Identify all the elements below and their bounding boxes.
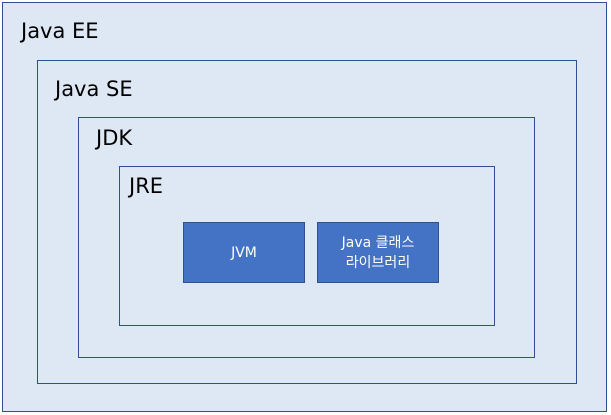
class-library-label-line2: 라이브러리	[345, 254, 411, 271]
java-se-container: Java SE JDK JRE JVM Java 클래스 라이브러리	[37, 60, 577, 384]
java-ee-container: Java EE Java SE JDK JRE JVM Java 클래스 라이브…	[2, 2, 607, 412]
class-library-label-line1: Java 클래스	[341, 234, 415, 251]
jvm-label: JVM	[231, 244, 257, 261]
jdk-container: JDK JRE JVM Java 클래스 라이브러리	[78, 117, 535, 358]
jre-container: JRE JVM Java 클래스 라이브러리	[119, 166, 495, 326]
java-ee-label: Java EE	[21, 19, 99, 43]
jre-label: JRE	[129, 174, 164, 198]
java-se-label: Java SE	[55, 77, 133, 101]
java-class-library-box: Java 클래스 라이브러리	[317, 222, 439, 283]
jvm-box: JVM	[183, 222, 305, 283]
jdk-label: JDK	[96, 126, 133, 150]
